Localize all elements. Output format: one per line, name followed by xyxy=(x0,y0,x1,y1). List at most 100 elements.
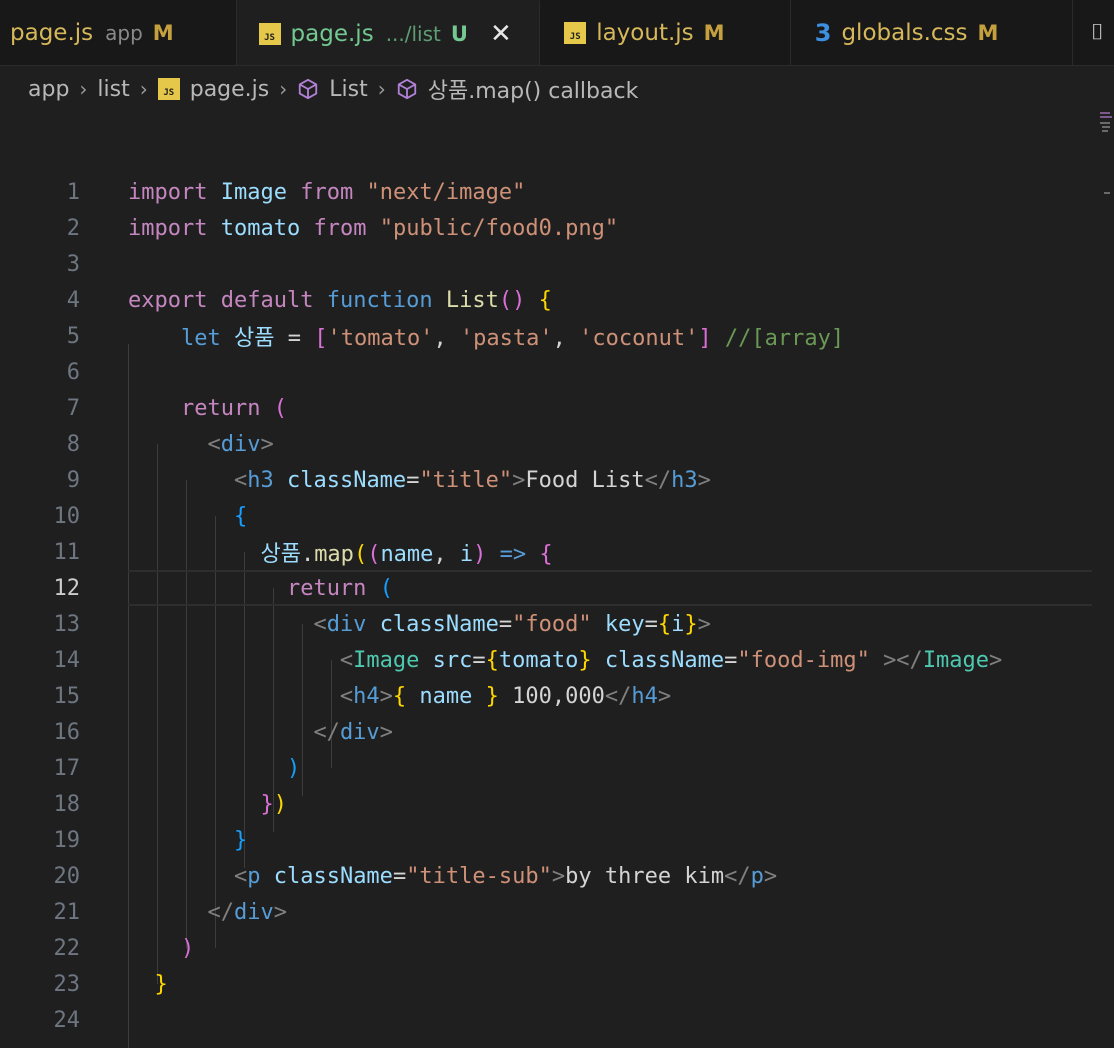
line-number: 23 xyxy=(53,971,81,997)
code-text: </div> xyxy=(313,719,393,745)
line-number: 8 xyxy=(66,431,80,457)
tab-label: layout.js xyxy=(596,19,694,46)
css-file-icon: 3 xyxy=(814,18,832,47)
tab-description: .../list xyxy=(385,21,441,46)
tab-overflow[interactable]: ⌷ xyxy=(1073,0,1114,65)
symbol-function-icon xyxy=(299,78,318,100)
tab-layout-js[interactable]: JS layout.js M xyxy=(540,0,791,65)
breadcrumb-component[interactable]: List xyxy=(329,77,367,102)
code-line: 17 ) xyxy=(0,750,1114,786)
line-number: 13 xyxy=(53,611,81,637)
code-text: <h4>{ name } 100,000</h4> xyxy=(339,683,672,709)
breadcrumb-list[interactable]: list xyxy=(97,77,129,102)
code-line: 24 xyxy=(0,1002,1114,1038)
code-line: 4 export default function List() { xyxy=(0,282,1114,318)
code-text: return ( xyxy=(180,395,287,421)
line-number: 16 xyxy=(53,719,81,745)
line-number: 15 xyxy=(53,683,81,709)
line-number: 7 xyxy=(66,395,80,421)
breadcrumb-app[interactable]: app xyxy=(28,77,69,102)
code-text: ) xyxy=(286,755,301,781)
line-number: 22 xyxy=(53,935,81,961)
code-line: 22 ) xyxy=(0,930,1114,966)
code-line: 11 상품.map((name, i) => { xyxy=(0,534,1114,570)
breadcrumb-callback[interactable]: 상품.map() callback xyxy=(428,73,639,105)
code-line: 14 <Image src={tomato} className="food-i… xyxy=(0,642,1114,678)
code-line: 8 <div> xyxy=(0,426,1114,462)
line-number: 19 xyxy=(53,827,81,853)
code-line: 21 </div> xyxy=(0,894,1114,930)
code-line: 20 <p className="title-sub">by three kim… xyxy=(0,858,1114,894)
tab-status: M xyxy=(152,20,174,45)
code-line: 2 import tomato from "public/food0.png" xyxy=(0,210,1114,246)
line-number: 4 xyxy=(66,287,80,313)
code-text: let 상품 = ['tomato', 'pasta', 'coconut'] … xyxy=(180,326,845,351)
line-number: 12 xyxy=(53,575,81,601)
line-number: 21 xyxy=(53,899,81,925)
code-text: return ( xyxy=(286,575,393,601)
code-text: } xyxy=(154,971,168,997)
tab-bar: page.js app M JS page.js .../list U ✕ JS… xyxy=(0,0,1114,66)
more-tabs-icon: ⌷ xyxy=(1090,20,1104,45)
tab-status: U xyxy=(450,21,468,46)
chevron-right-icon: › xyxy=(79,77,88,101)
line-number: 17 xyxy=(53,755,81,781)
javascript-file-icon: JS xyxy=(157,78,180,100)
tab-label: page.js xyxy=(10,19,94,46)
close-icon[interactable]: ✕ xyxy=(490,19,512,49)
code-text: import Image from "next/image" xyxy=(128,179,526,205)
code-text: } xyxy=(233,827,248,853)
line-number: 20 xyxy=(53,863,81,889)
code-text: import tomato from "public/food0.png" xyxy=(128,215,619,241)
code-line: 1 import Image from "next/image" xyxy=(0,174,1114,210)
code-text: 상품.map((name, i) => { xyxy=(260,542,553,567)
tab-globals-css[interactable]: 3 globals.css M xyxy=(791,0,1073,65)
minimap[interactable] xyxy=(1092,112,1114,992)
code-text: <div className="food" key={i}> xyxy=(313,611,711,637)
code-text: <h3 className="title">Food List</h3> xyxy=(233,467,711,493)
line-number: 1 xyxy=(66,179,80,205)
tab-label: page.js xyxy=(290,20,374,47)
line-number: 14 xyxy=(53,647,81,673)
line-number: 11 xyxy=(53,539,81,565)
chevron-right-icon: › xyxy=(279,77,288,101)
symbol-function-icon xyxy=(397,78,416,100)
javascript-file-icon: JS xyxy=(564,21,587,44)
chevron-right-icon: › xyxy=(139,77,148,101)
code-line: 5 let 상품 = ['tomato', 'pasta', 'coconut'… xyxy=(0,318,1114,354)
code-text: ) xyxy=(180,935,195,961)
code-line: 18 }) xyxy=(0,786,1114,822)
code-text: </div> xyxy=(207,899,287,925)
code-line: 23 } xyxy=(0,966,1114,1002)
line-number: 2 xyxy=(66,215,80,241)
chevron-right-icon: › xyxy=(377,77,386,101)
code-text: <Image src={tomato} className="food-img"… xyxy=(339,647,1003,673)
code-text: <p className="title-sub">by three kim</p… xyxy=(233,863,778,889)
line-number: 18 xyxy=(53,791,81,817)
javascript-file-icon: JS xyxy=(258,22,281,45)
code-line: 7 return ( xyxy=(0,390,1114,426)
tab-status: M xyxy=(977,20,999,45)
code-text: }) xyxy=(260,791,287,817)
line-number: 6 xyxy=(66,359,80,385)
tab-status: M xyxy=(703,20,725,45)
line-number: 10 xyxy=(53,503,81,529)
code-line: 9 <h3 className="title">Food List</h3> xyxy=(0,462,1114,498)
breadcrumb-file[interactable]: page.js xyxy=(190,77,270,102)
code-line: 10 { xyxy=(0,498,1114,534)
breadcrumb: app › list › JS page.js › List › 상품.map(… xyxy=(0,66,1114,112)
code-line: 19 } xyxy=(0,822,1114,858)
line-number: 3 xyxy=(66,251,80,277)
tab-label: globals.css xyxy=(841,19,968,46)
code-line: 16 </div> xyxy=(0,714,1114,750)
line-number: 24 xyxy=(53,1007,81,1033)
code-line: 3 xyxy=(0,246,1114,282)
code-line: 15 <h4>{ name } 100,000</h4> xyxy=(0,678,1114,714)
code-line: 13 <div className="food" key={i}> xyxy=(0,606,1114,642)
code-text: <div> xyxy=(207,431,274,457)
tab-page-js-list[interactable]: JS page.js .../list U ✕ xyxy=(236,0,541,65)
code-editor[interactable]: 1 import Image from "next/image" 2 impor… xyxy=(0,112,1114,1048)
code-text: { xyxy=(233,503,248,529)
line-number: 5 xyxy=(66,323,80,349)
tab-page-js-app[interactable]: page.js app M xyxy=(0,0,237,65)
